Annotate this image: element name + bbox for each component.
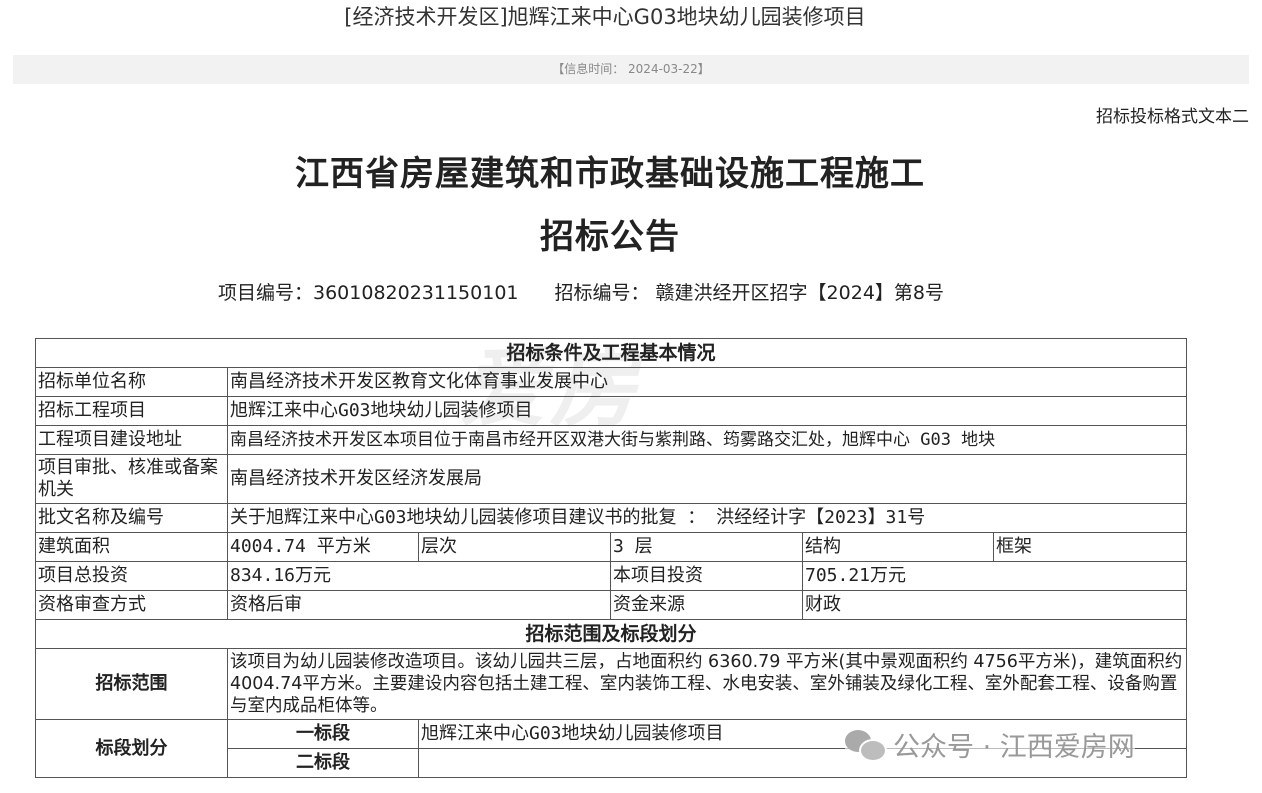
wechat-watermark: 公众号 · 江西爱房网 (845, 722, 1135, 766)
wechat-icon (845, 728, 887, 762)
structure-value: 框架 (992, 532, 1188, 562)
address-label: 工程项目建设地址 (35, 425, 228, 455)
table-row: 招标条件及工程基本情况 (34, 338, 1188, 368)
total-investment-value: 834.16万元 (227, 561, 611, 591)
this-investment-value: 705.21万元 (801, 561, 1188, 591)
scope-value: 该项目为幼儿园装修改造项目。该幼儿园共三层，占地面积约 6360.79 平方米(… (226, 648, 1188, 720)
this-investment-label: 本项目投资 (610, 561, 803, 591)
fund-source-label: 资金来源 (610, 590, 803, 620)
scope-label: 招标范围 (35, 648, 228, 720)
project-value: 旭辉江来中心G03地块幼儿园装修项目 (226, 396, 1188, 426)
info-time-bar: 【信息时间： 2024-03-22】 (13, 55, 1249, 84)
format-label: 招标投标格式文本二 (1096, 107, 1249, 127)
approval-doc-value: 关于旭辉江来中心G03地块幼儿园装修项目建议书的批复 ： 洪经经计字【2023】… (226, 503, 1188, 533)
doc-title-line2: 招标公告 (540, 217, 680, 257)
table-row: 招标范围 该项目为幼儿园装修改造项目。该幼儿园共三层，占地面积约 6360.79… (35, 648, 1188, 720)
approval-label: 项目审批、核准或备案机关 (35, 454, 228, 504)
approval-value: 南昌经济技术开发区经济发展局 (226, 454, 1188, 504)
doc-title-line1: 江西省房屋建筑和市政基础设施工程施工 (295, 154, 925, 194)
table-row: 招标单位名称 南昌经济技术开发区教育文化体育事业发展中心 (35, 367, 1188, 397)
tenderer-label: 招标单位名称 (35, 367, 228, 397)
bid-code: 招标编号： 赣建洪经开区招字【2024】第8号 (554, 282, 944, 304)
table-row: 资格审查方式 资格后审 资金来源 财政 (35, 590, 1188, 620)
lot-division-label: 标段划分 (35, 719, 228, 778)
floors-label: 层次 (418, 532, 611, 562)
approval-doc-label: 批文名称及编号 (35, 503, 228, 533)
table-row: 项目总投资 834.16万元 本项目投资 705.21万元 (35, 561, 1188, 591)
table-row: 招标工程项目 旭辉江来中心G03地块幼儿园装修项目 (35, 396, 1188, 426)
area-label: 建筑面积 (35, 532, 228, 562)
table-row: 项目审批、核准或备案机关 南昌经济技术开发区经济发展局 (35, 454, 1188, 504)
section-heading-basic: 招标条件及工程基本情况 (34, 338, 1188, 368)
codes-line: 项目编号：36010820231150101 招标编号： 赣建洪经开区招字【202… (218, 278, 944, 305)
table-row: 招标范围及标段划分 (34, 619, 1188, 649)
area-value: 4004.74 平方米 (227, 532, 419, 562)
tenderer-value: 南昌经济技术开发区教育文化体育事业发展中心 (226, 367, 1188, 397)
qualification-value: 资格后审 (227, 590, 611, 620)
lot1-label: 一标段 (227, 719, 419, 749)
wechat-watermark-text: 公众号 · 江西爱房网 (893, 731, 1135, 763)
qualification-label: 资格审查方式 (35, 590, 228, 620)
lot2-label: 二标段 (227, 748, 419, 778)
table-row: 工程项目建设地址 南昌经济技术开发区本项目位于南昌市经开区双港大街与紫荆路、筠雾… (35, 425, 1188, 455)
section-heading-scope: 招标范围及标段划分 (34, 619, 1188, 649)
address-value: 南昌经济技术开发区本项目位于南昌市经开区双港大街与紫荆路、筠雾路交汇处，旭辉中心… (226, 425, 1188, 455)
total-investment-label: 项目总投资 (35, 561, 228, 591)
structure-label: 结构 (802, 532, 994, 562)
project-label: 招标工程项目 (35, 396, 228, 426)
table-row: 批文名称及编号 关于旭辉江来中心G03地块幼儿园装修项目建议书的批复 ： 洪经经… (35, 503, 1188, 533)
project-code: 项目编号：36010820231150101 (218, 282, 519, 304)
floors-value: 3 层 (610, 532, 803, 562)
table-row: 建筑面积 4004.74 平方米 层次 3 层 结构 框架 (35, 532, 1188, 562)
info-time: 【信息时间： 2024-03-22】 (552, 62, 710, 76)
info-table: 招标条件及工程基本情况 招标单位名称 南昌经济技术开发区教育文化体育事业发展中心… (34, 338, 1188, 778)
page-title: [经济技术开发区]旭辉江来中心G03地块幼儿园装修项目 (344, 5, 866, 29)
fund-source-value: 财政 (801, 590, 1188, 620)
